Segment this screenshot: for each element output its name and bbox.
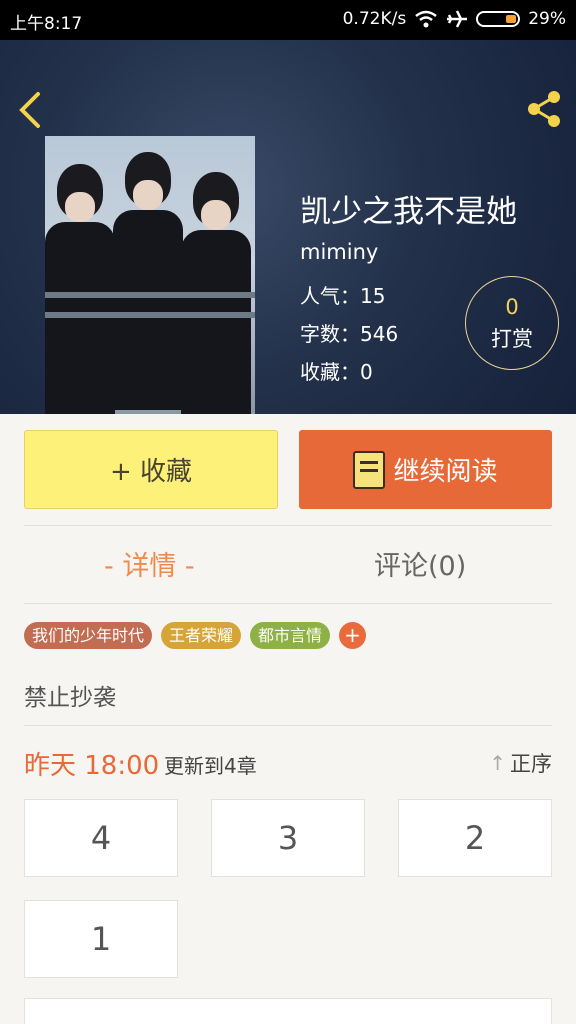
continue-reading-button[interactable]: 继续阅读: [299, 430, 552, 509]
book-icon: [353, 450, 386, 489]
chapter-button[interactable]: 2: [398, 799, 552, 877]
cover-railing: [45, 312, 255, 318]
reward-count: 0: [505, 295, 519, 319]
wifi-icon: [415, 10, 437, 28]
book-favorites: 收藏：0: [300, 360, 373, 384]
copyright-notice: 禁止抄袭: [24, 685, 116, 711]
book-author[interactable]: miminy: [300, 240, 378, 264]
back-arrow-icon[interactable]: [14, 90, 46, 130]
cover-railing: [45, 292, 255, 298]
tab-comments[interactable]: 评论(0): [374, 544, 466, 583]
tag-item[interactable]: 王者荣耀: [161, 622, 242, 649]
tag-list: 我们的少年时代 王者荣耀 都市言情 +: [24, 622, 367, 649]
cover-figure: [45, 164, 115, 414]
battery-icon: [476, 11, 521, 27]
book-cover-image[interactable]: [45, 136, 255, 414]
tag-item[interactable]: 都市言情: [250, 622, 331, 649]
update-status: 更新到4章: [164, 754, 257, 778]
divider: [24, 603, 552, 604]
reward-button[interactable]: 0 打赏: [465, 276, 559, 370]
tab-detail[interactable]: - 详情 -: [104, 544, 195, 583]
chapter-button[interactable]: 1: [24, 900, 178, 978]
status-right: 0.72K/s 29%: [343, 9, 566, 29]
divider: [24, 725, 552, 726]
add-favorite-button[interactable]: + 收藏: [24, 430, 278, 509]
arrow-up-icon: ↑: [489, 751, 506, 775]
sort-order-label: 正序: [510, 752, 552, 776]
tag-item[interactable]: 我们的少年时代: [24, 622, 153, 649]
chapter-list-more[interactable]: [24, 998, 552, 1024]
book-header: 凯少之我不是她 miminy 人气：15 字数：546 收藏：0 0 打赏: [0, 40, 576, 414]
sort-order-toggle[interactable]: ↑ 正序: [489, 748, 552, 778]
network-speed: 0.72K/s: [342, 9, 407, 29]
update-time: 昨天 18:00: [24, 751, 160, 781]
continue-reading-label: 继续阅读: [393, 457, 498, 487]
airplane-icon: [447, 10, 468, 28]
battery-level: 29%: [528, 9, 566, 29]
chapter-button[interactable]: 3: [211, 799, 365, 877]
add-tag-button[interactable]: +: [339, 622, 367, 649]
status-bar: 上午8:17 0.72K/s 29%: [0, 0, 576, 40]
book-title: 凯少之我不是她: [300, 194, 517, 230]
share-icon[interactable]: [522, 87, 566, 131]
status-time: 上午8:17: [10, 14, 83, 34]
divider: [24, 525, 552, 526]
book-popularity: 人气：15: [300, 284, 386, 308]
cover-figure: [113, 152, 183, 414]
reward-label: 打赏: [491, 327, 533, 351]
chapter-button[interactable]: 4: [24, 799, 178, 877]
book-word-count: 字数：546: [300, 322, 399, 346]
add-favorite-label: + 收藏: [109, 457, 193, 487]
